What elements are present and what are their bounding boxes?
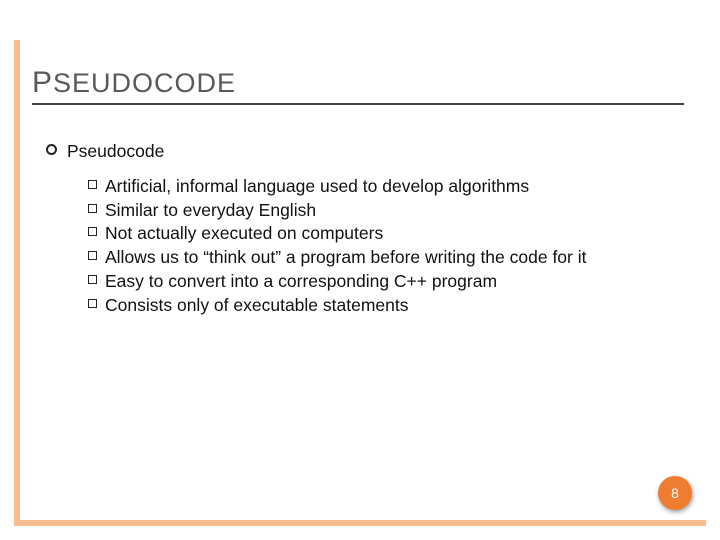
square-bullet-icon	[88, 299, 97, 308]
list-item-label: Not actually executed on computers	[105, 222, 383, 245]
page-number-badge: 8	[658, 476, 692, 510]
list-item-label: Artificial, informal language used to de…	[105, 175, 529, 198]
content-area: Pseudocode Artificial, informal language…	[46, 140, 660, 317]
circle-bullet-icon	[46, 144, 57, 155]
square-bullet-icon	[88, 275, 97, 284]
square-bullet-icon	[88, 251, 97, 260]
title-underline	[32, 103, 684, 105]
decor-frame-bottom	[14, 520, 706, 526]
list-item-label: Consists only of executable statements	[105, 294, 409, 317]
decor-frame-left	[14, 40, 20, 526]
slide-title-first: P	[32, 66, 53, 99]
list-item-label: Pseudocode	[67, 140, 164, 163]
page-number: 8	[671, 485, 679, 501]
list-item: Artificial, informal language used to de…	[88, 175, 660, 198]
slide-title: PSEUDOCODE	[32, 66, 236, 100]
square-bullet-icon	[88, 180, 97, 189]
list-item-label: Easy to convert into a corresponding C++…	[105, 270, 497, 293]
list-item: Not actually executed on computers	[88, 222, 660, 245]
list-item: Similar to everyday English	[88, 199, 660, 222]
square-bullet-icon	[88, 227, 97, 236]
list-item-label: Allows us to “think out” a program befor…	[105, 246, 586, 269]
square-bullet-icon	[88, 204, 97, 213]
list-item-label: Similar to everyday English	[105, 199, 316, 222]
list-item: Allows us to “think out” a program befor…	[88, 246, 660, 269]
list-item: Pseudocode	[46, 140, 660, 163]
list-item: Consists only of executable statements	[88, 294, 660, 317]
list-item: Easy to convert into a corresponding C++…	[88, 270, 660, 293]
slide-title-rest: SEUDOCODE	[53, 68, 236, 98]
sub-list: Artificial, informal language used to de…	[88, 175, 660, 317]
